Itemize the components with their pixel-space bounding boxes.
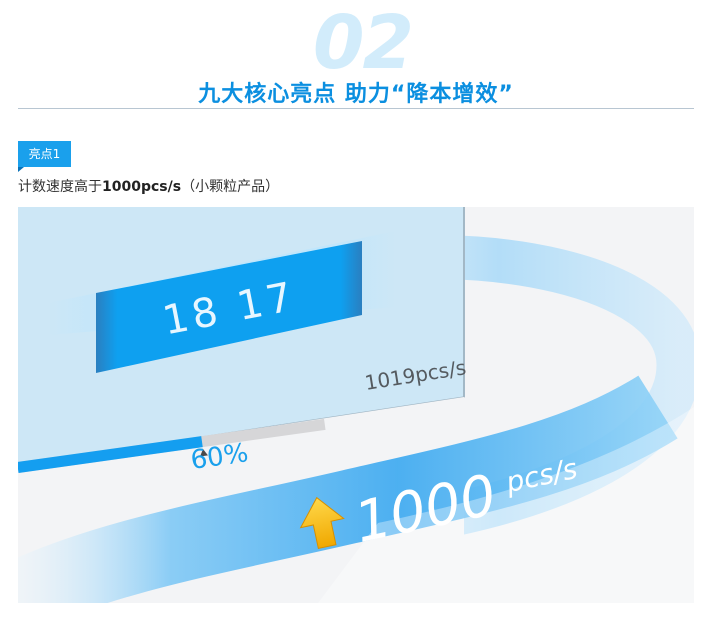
section-title: 九大核心亮点 助力“降本增效” [198, 82, 514, 107]
description-speed: 1000pcs/s [102, 179, 182, 195]
illustration-canvas: 18 17 1019pcs/s 60% 1000 pcs/s [18, 207, 694, 603]
header-divider [18, 108, 694, 109]
badge-fold [18, 167, 24, 172]
section-number: 02 [313, 0, 414, 86]
highlight-description: 计数速度高于1000pcs/s（小颗粒产品） [18, 176, 279, 196]
description-suffix: （小颗粒产品） [181, 179, 280, 195]
description-prefix: 计数速度高于 [18, 179, 102, 195]
speed-illustration: 18 17 1019pcs/s 60% 1000 pcs/s [18, 207, 694, 603]
highlight-badge: 亮点1 [18, 141, 71, 167]
section-header: 02 九大核心亮点 助力“降本增效” [0, 0, 712, 110]
